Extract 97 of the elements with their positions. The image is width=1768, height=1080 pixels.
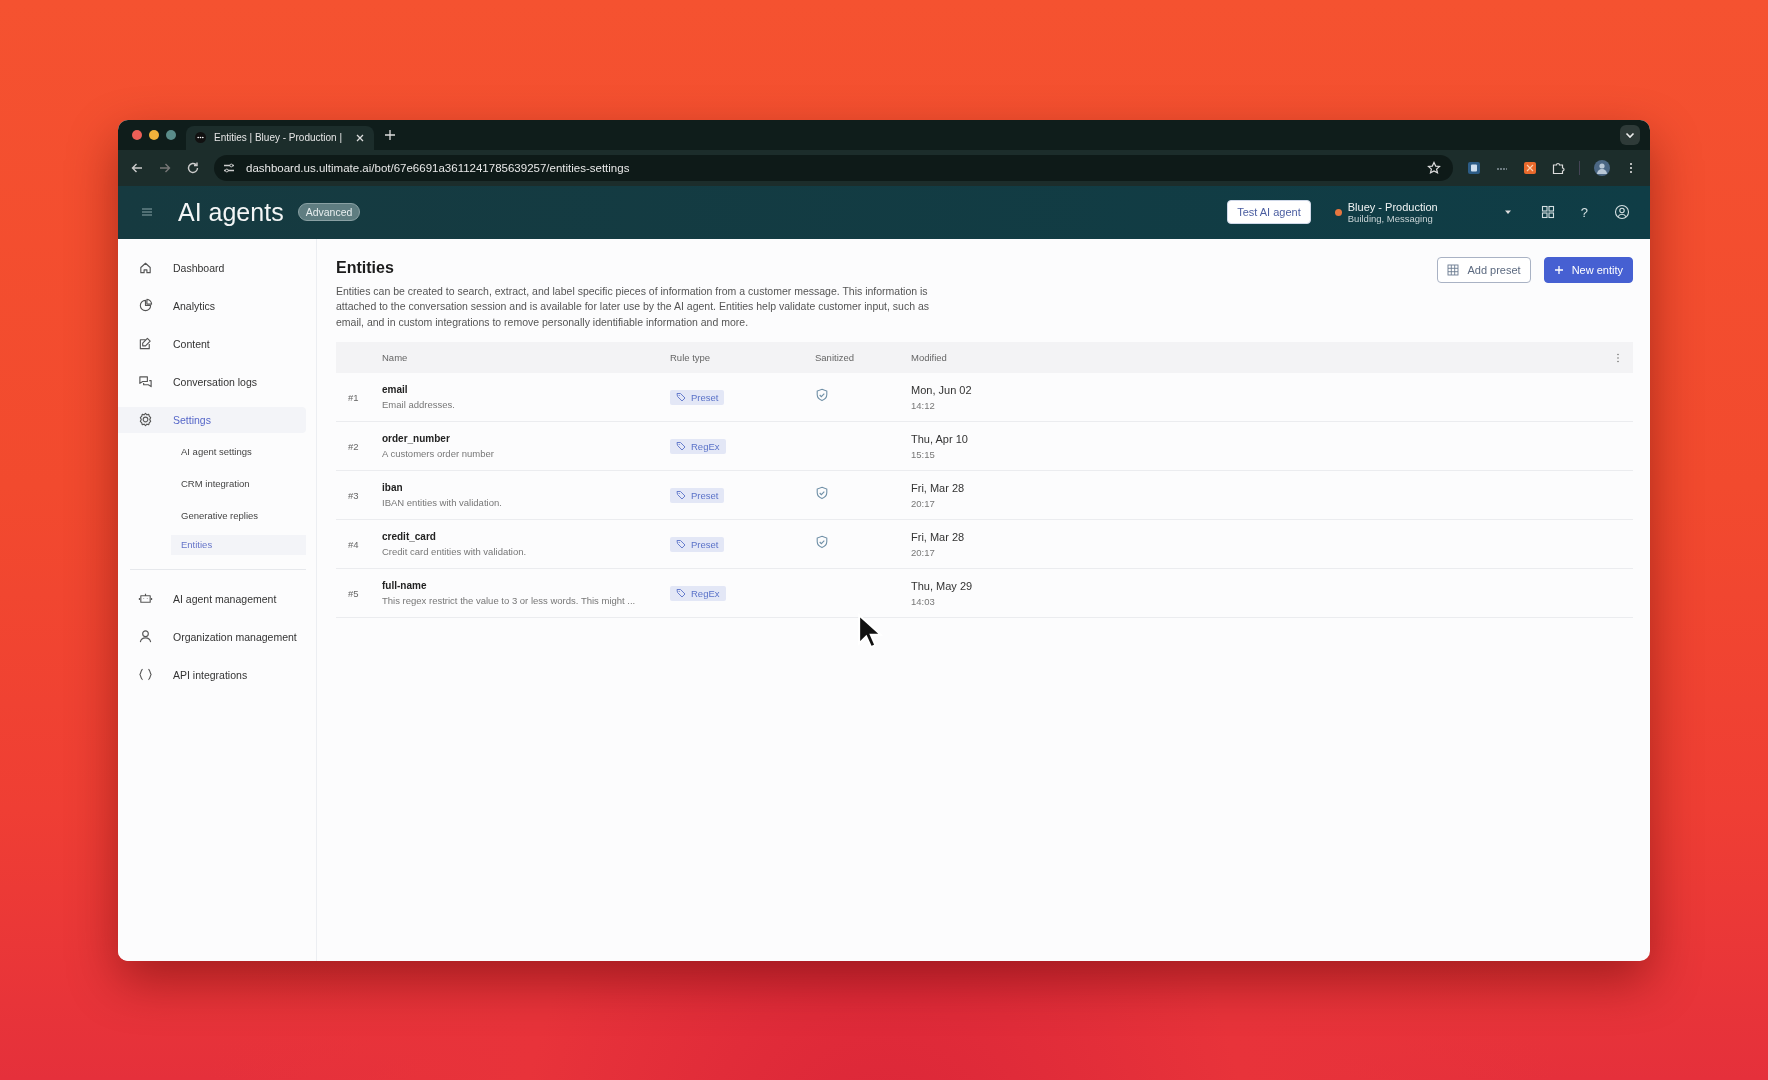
- sidebar-item[interactable]: API integrations: [118, 655, 306, 694]
- row-index: #4: [347, 538, 360, 550]
- sidebar-subitem[interactable]: Entities: [171, 534, 306, 555]
- project-name: Bluey - Production: [1347, 200, 1439, 213]
- test-agent-button[interactable]: Test AI agent: [1227, 200, 1311, 224]
- tab-search-icon[interactable]: [1620, 124, 1640, 145]
- entity-name: order_number: [382, 433, 451, 444]
- sidebar-item[interactable]: Analytics: [118, 286, 306, 325]
- sidebar-item[interactable]: Content: [118, 324, 306, 363]
- column-header: Modified: [911, 352, 948, 363]
- bookmark-star-icon[interactable]: [1427, 160, 1441, 175]
- plus-icon: [1553, 264, 1564, 275]
- row-index: #5: [347, 587, 360, 599]
- sidebar-subitem[interactable]: CRM integration: [171, 470, 306, 497]
- profile-avatar-icon[interactable]: [1594, 159, 1610, 176]
- tab-title: Entities | Bluey - Production |: [214, 132, 344, 143]
- modified-date: Mon, Jun 02: [911, 383, 973, 396]
- modified-time: 14:12: [911, 399, 936, 411]
- row-index: #2: [347, 440, 360, 452]
- person-icon: [138, 629, 153, 644]
- modified-date: Thu, May 29: [911, 579, 974, 592]
- browser-tab[interactable]: Entities | Bluey - Production |: [186, 125, 374, 150]
- robot-icon: [138, 591, 153, 606]
- braces-icon: [138, 667, 153, 682]
- plan-badge: Advanced: [297, 203, 361, 221]
- entity-description: IBAN entities with validation.: [382, 497, 503, 508]
- help-button[interactable]: ?: [1580, 204, 1588, 220]
- table-row[interactable]: #5 full-name This regex restrict the value to 3 or less words. This might ... RegEx Thu, May 29 14:03: [336, 569, 1633, 618]
- zoom-window-icon[interactable]: [166, 129, 176, 140]
- minimize-window-icon[interactable]: [149, 129, 159, 140]
- entity-description: Email addresses.: [382, 399, 456, 410]
- sidebar-item[interactable]: Dashboard: [118, 248, 306, 287]
- chat-bubbles-icon: [138, 374, 153, 389]
- page-title: Entities: [336, 258, 395, 277]
- address-bar[interactable]: dashboard.us.ultimate.ai/bot/67e6691a3611241785639257/entities-settings: [214, 154, 1453, 181]
- modified-time: 15:15: [911, 448, 936, 460]
- table-row[interactable]: #2 order_number A customers order number RegEx Thu, Apr 10 15:15: [336, 422, 1633, 471]
- tag-icon: [676, 392, 686, 402]
- entity-description: Credit card entities with validation.: [382, 546, 528, 557]
- rule-type-tag: Preset: [670, 487, 725, 503]
- rule-type-tag: RegEx: [670, 585, 726, 601]
- apps-grid-icon[interactable]: [1540, 205, 1555, 219]
- sidebar-subitem[interactable]: Generative replies: [171, 502, 306, 529]
- table-row[interactable]: #3 iban IBAN entities with validation. Preset Fri, Mar 28 20:17: [336, 471, 1633, 520]
- pie-chart-icon: [138, 298, 153, 313]
- entity-description: This regex restrict the value to 3 or less words. This might ...: [382, 595, 637, 606]
- modified-time: 14:03: [911, 595, 936, 607]
- user-account-icon[interactable]: [1614, 204, 1630, 220]
- reload-icon[interactable]: [186, 160, 200, 175]
- puzzle-icon[interactable]: [1551, 160, 1565, 175]
- extension-icon[interactable]: [1467, 160, 1481, 175]
- sidebar-item[interactable]: AI agent management: [118, 579, 306, 618]
- table-row[interactable]: #4 credit_card Credit card entities with validation. Preset Fri, Mar 28 20:17: [336, 520, 1633, 569]
- close-window-icon[interactable]: [132, 129, 142, 140]
- new-entity-button[interactable]: New entity: [1543, 256, 1633, 283]
- tag-icon: [676, 490, 686, 500]
- column-header: Rule type: [670, 352, 712, 363]
- column-header: Sanitized: [815, 352, 856, 363]
- row-index: #1: [347, 391, 360, 403]
- tag-icon: [676, 539, 686, 549]
- grid-table-icon: [1447, 263, 1460, 276]
- rule-type-tag: Preset: [670, 389, 725, 405]
- sidebar-item[interactable]: Conversation logs: [118, 362, 306, 401]
- close-tab-icon[interactable]: [355, 132, 365, 143]
- entity-name: iban: [382, 482, 404, 493]
- extension-icon[interactable]: [1523, 160, 1537, 175]
- tag-icon: [676, 441, 686, 451]
- rule-type-tag: RegEx: [670, 438, 726, 454]
- gear-icon: [138, 412, 153, 427]
- sidebar-item[interactable]: Organization management: [118, 617, 306, 656]
- app-title: AI agents: [178, 197, 284, 227]
- page-description: Entities can be created to search, extract, and label specific pieces of information from a customer message. This information is attached to the conversation session and is available for later use by the AI agent. Entities help validate customer input, such as email, and in custom integrations to remove personally identifiable information and more.: [336, 283, 931, 330]
- home-icon: [138, 260, 153, 275]
- entity-description: A customers order number: [382, 448, 495, 459]
- new-tab-icon[interactable]: [384, 128, 396, 141]
- sidebar-subitem[interactable]: AI agent settings: [171, 438, 306, 465]
- sidebar-item[interactable]: Settings: [118, 406, 306, 433]
- add-preset-button[interactable]: Add preset: [1437, 256, 1531, 283]
- rule-type-tag: Preset: [670, 536, 725, 552]
- url-text: dashboard.us.ultimate.ai/bot/67e6691a3611241785639257/entities-settings: [246, 161, 630, 174]
- entity-name: full-name: [382, 580, 428, 591]
- modified-date: Fri, Mar 28: [911, 530, 966, 543]
- project-subtitle: Building, Messaging: [1347, 212, 1434, 224]
- modified-time: 20:17: [911, 497, 936, 509]
- entity-name: credit_card: [382, 531, 437, 542]
- modified-time: 20:17: [911, 546, 936, 558]
- entity-name: email: [382, 384, 409, 395]
- tag-icon: [676, 588, 686, 598]
- project-selector[interactable]: Bluey - Production Building, Messaging: [1334, 200, 1513, 224]
- modified-date: Fri, Mar 28: [911, 481, 966, 494]
- edit-icon: [138, 336, 153, 351]
- ellipsis-favicon-icon: [195, 132, 206, 143]
- table-row[interactable]: #1 email Email addresses. Preset Mon, Jun 02 14:12: [336, 373, 1633, 422]
- column-header: Name: [382, 352, 409, 363]
- modified-date: Thu, Apr 10: [911, 432, 969, 445]
- row-index: #3: [347, 489, 360, 501]
- status-dot: [1334, 208, 1342, 216]
